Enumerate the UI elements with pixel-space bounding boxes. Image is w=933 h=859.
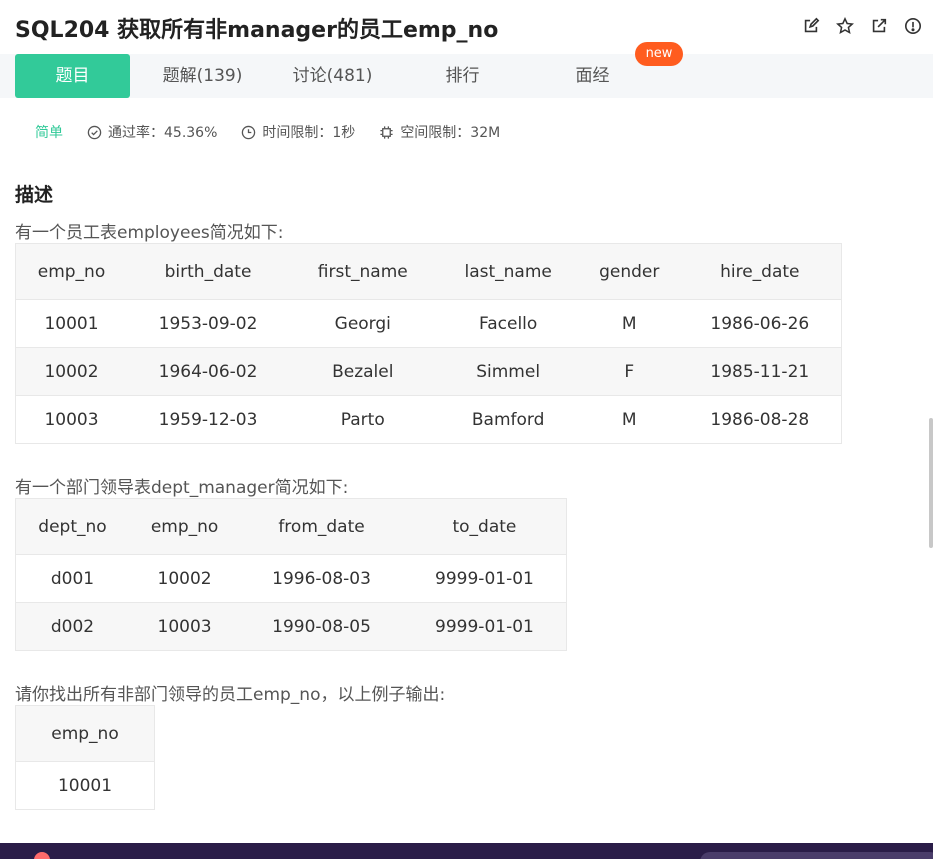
table-cell: 1986-08-28 [710, 409, 810, 430]
table-cell: 10002 [44, 361, 99, 382]
table-row: d002 10003 1990-08-05 9999-01-01 [15, 602, 567, 651]
description-output: 请你找出所有非部门领导的员工emp_no，以上例子输出: [15, 685, 446, 705]
table-cell: 1986-06-26 [710, 313, 810, 334]
tab-bar: 题目 题解(139) 讨论(481) 排行 面经 [0, 54, 933, 98]
edit-icon[interactable] [801, 16, 821, 36]
problem-meta: 简单 通过率：45.36% 时间限制：1秒 空间限制：32M [35, 122, 524, 142]
table-cell: 9999-01-01 [435, 568, 534, 589]
table-cell: 1964-06-02 [158, 361, 258, 382]
time-limit: 时间限制：1秒 [241, 122, 355, 142]
table-cell: Bezalel [332, 361, 394, 382]
table-cell: 10003 [44, 409, 99, 430]
table-cell: 1959-12-03 [158, 409, 258, 430]
column-header: emp_no [37, 261, 106, 282]
table-row: 10003 1959-12-03 Parto Bamford M 1986-08… [15, 395, 842, 444]
table-header-row: dept_no emp_no from_date to_date [15, 498, 567, 555]
table-cell: 10003 [157, 616, 212, 637]
page-title: SQL204 获取所有非manager的员工emp_no [15, 18, 499, 43]
table-cell: d001 [50, 568, 95, 589]
table-cell: Bamford [471, 409, 545, 430]
column-header: emp_no [51, 723, 119, 744]
column-header: to_date [452, 516, 517, 537]
table-row: d001 10002 1996-08-03 9999-01-01 [15, 554, 567, 603]
table-header-row: emp_no [15, 705, 155, 762]
table-cell: Simmel [476, 361, 541, 382]
chip-icon [380, 125, 393, 139]
table-cell: 10001 [44, 313, 99, 334]
time-limit-text: 时间限制：1秒 [262, 125, 356, 141]
table-row: 10002 1964-06-02 Bezalel Simmel F 1985-1… [15, 347, 842, 396]
external-link-icon[interactable] [869, 16, 889, 36]
table-row: 10001 [15, 761, 155, 810]
table-cell: 1990-08-05 [272, 616, 371, 637]
output-table: emp_no 10001 [15, 705, 155, 810]
difficulty-label: 简单 [35, 125, 63, 141]
description-dept-manager: 有一个部门领导表dept_manager简况如下: [15, 478, 349, 498]
column-header: gender [599, 261, 660, 282]
info-icon[interactable] [903, 16, 923, 36]
new-badge: new [635, 42, 683, 66]
table-cell: 1953-09-02 [158, 313, 258, 334]
tab-problem[interactable]: 题目 [15, 54, 130, 98]
space-limit: 空间限制：32M [379, 122, 500, 142]
description-title: 描述 [15, 184, 54, 206]
space-limit-text: 空间限制：32M [400, 125, 501, 141]
column-header: last_name [464, 261, 552, 282]
table-cell: 1985-11-21 [710, 361, 810, 382]
table-cell: M [621, 409, 637, 430]
clock-icon [242, 125, 256, 139]
table-cell: 10001 [57, 775, 113, 796]
column-header: first_name [317, 261, 408, 282]
table-cell: M [621, 313, 637, 334]
tab-discussion[interactable]: 讨论(481) [270, 54, 395, 98]
column-header: hire_date [720, 261, 800, 282]
dept-manager-table: dept_no emp_no from_date to_date d001 10… [15, 498, 567, 651]
star-icon[interactable] [835, 16, 855, 36]
column-header: from_date [278, 516, 365, 537]
employees-table: emp_no birth_date first_name last_name g… [15, 243, 842, 444]
header-icons [801, 16, 923, 36]
header: SQL204 获取所有非manager的员工emp_no [0, 0, 933, 54]
scrollbar-thumb[interactable] [929, 418, 933, 548]
table-cell: 10002 [157, 568, 212, 589]
table-cell: F [624, 361, 635, 382]
table-cell: 1996-08-03 [272, 568, 371, 589]
tab-ranking[interactable]: 排行 [400, 54, 525, 98]
table-cell: Parto [340, 409, 385, 430]
table-cell: Georgi [334, 313, 391, 334]
scrollbar[interactable] [928, 98, 933, 843]
table-cell: Facello [479, 313, 538, 334]
table-header-row: emp_no birth_date first_name last_name g… [15, 243, 842, 300]
bottom-pill[interactable] [700, 852, 933, 859]
description-employees: 有一个员工表employees简况如下: [15, 223, 284, 243]
column-header: emp_no [150, 516, 219, 537]
column-header: birth_date [164, 261, 252, 282]
pass-rate-text: 通过率：45.36% [108, 125, 218, 141]
table-row: 10001 1953-09-02 Georgi Facello M 1986-0… [15, 299, 842, 348]
column-header: dept_no [38, 516, 107, 537]
table-cell: 9999-01-01 [435, 616, 534, 637]
pass-rate: 通过率：45.36% [87, 122, 217, 142]
table-cell: d002 [50, 616, 95, 637]
check-circle-icon [87, 125, 102, 139]
tab-solutions[interactable]: 题解(139) [140, 54, 265, 98]
